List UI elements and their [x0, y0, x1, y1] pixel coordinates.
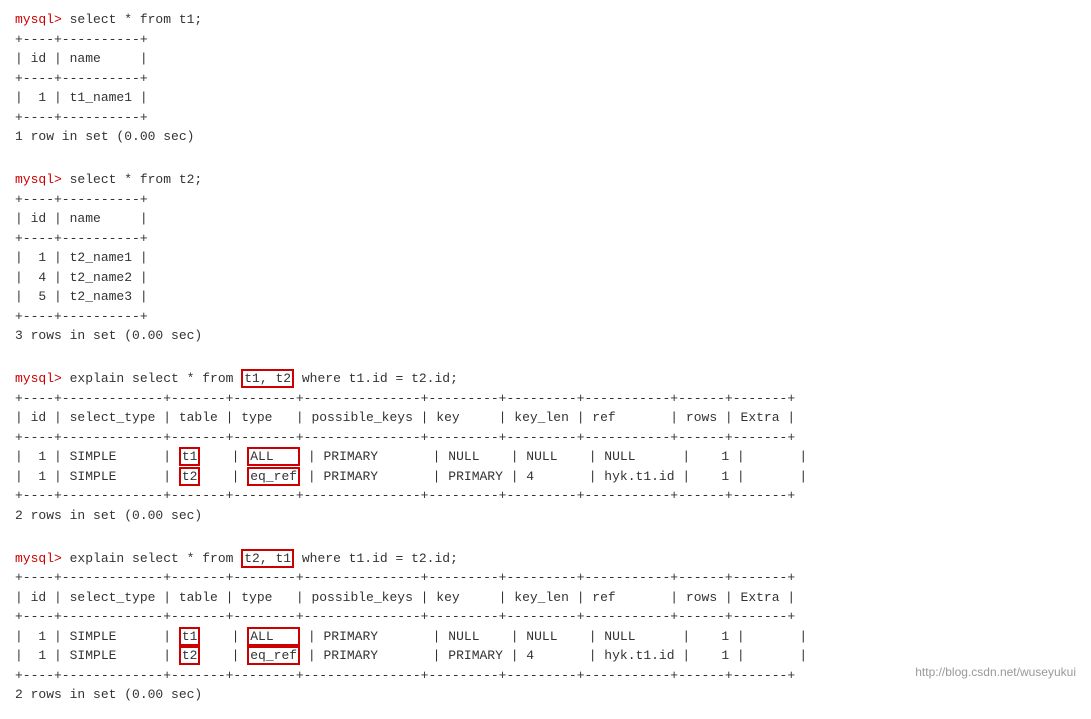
explain1-prompt: mysql> [15, 371, 62, 386]
t2-header: | id | name | [15, 209, 1076, 229]
explain1-border1: +----+-------------+-------+--------+---… [15, 389, 1076, 409]
explain2-t1-highlight: t1 [179, 627, 201, 646]
blank3 [15, 529, 1076, 549]
explain1-row2: | 1 | SIMPLE | t2 | eq_ref | PRIMARY | P… [15, 467, 1076, 487]
watermark: http://blog.csdn.net/wuseyukui [915, 665, 1076, 679]
t1-prompt-line: mysql> select * from t1; [15, 10, 1076, 30]
explain1-border3: +----+-------------+-------+--------+---… [15, 486, 1076, 506]
t1-border3: +----+----------+ [15, 108, 1076, 128]
explain2-prompt-line: mysql> explain select * from t2, t1 wher… [15, 549, 1076, 569]
t2-row2: | 4 | t2_name2 | [15, 268, 1076, 288]
t1-border2: +----+----------+ [15, 69, 1076, 89]
explain2-row1: | 1 | SIMPLE | t1 | ALL | PRIMARY | NULL… [15, 627, 1076, 647]
terminal-output: mysql> select * from t1; +----+---------… [15, 10, 1076, 705]
explain1-t1-highlight: t1 [179, 447, 201, 466]
t2-row3: | 5 | t2_name3 | [15, 287, 1076, 307]
explain2-border2: +----+-------------+-------+--------+---… [15, 607, 1076, 627]
explain1-t2-highlight: t2 [179, 467, 201, 486]
explain2-all-highlight: ALL [247, 627, 300, 646]
explain1-section: mysql> explain select * from t1, t2 wher… [15, 369, 1076, 525]
explain2-result: 2 rows in set (0.00 sec) [15, 685, 1076, 705]
t1-result: 1 row in set (0.00 sec) [15, 127, 1076, 147]
explain2-header: | id | select_type | table | type | poss… [15, 588, 1076, 608]
t1-sql: select * from t1; [62, 12, 202, 27]
explain1-all-highlight: ALL [247, 447, 300, 466]
explain2-section: mysql> explain select * from t2, t1 wher… [15, 549, 1076, 705]
explain2-sql: explain select * from t2, t1 where t1.id… [62, 549, 458, 568]
explain1-table-highlight: t1, t2 [241, 369, 294, 388]
t2-border3: +----+----------+ [15, 307, 1076, 327]
explain1-prompt-line: mysql> explain select * from t1, t2 wher… [15, 369, 1076, 389]
t1-border1: +----+----------+ [15, 30, 1076, 50]
t2-prompt: mysql> [15, 172, 62, 187]
explain2-row2: | 1 | SIMPLE | t2 | eq_ref | PRIMARY | P… [15, 646, 1076, 666]
t2-section: mysql> select * from t2; +----+---------… [15, 170, 1076, 346]
explain1-result: 2 rows in set (0.00 sec) [15, 506, 1076, 526]
t1-prompt: mysql> [15, 12, 62, 27]
blank1 [15, 151, 1076, 171]
t2-prompt-line: mysql> select * from t2; [15, 170, 1076, 190]
explain2-eqref-highlight: eq_ref [247, 646, 300, 665]
explain2-t2-highlight: t2 [179, 646, 201, 665]
explain2-border1: +----+-------------+-------+--------+---… [15, 568, 1076, 588]
explain1-eqref-highlight: eq_ref [247, 467, 300, 486]
t2-result: 3 rows in set (0.00 sec) [15, 326, 1076, 346]
t1-section: mysql> select * from t1; +----+---------… [15, 10, 1076, 147]
t2-border2: +----+----------+ [15, 229, 1076, 249]
explain2-table-highlight: t2, t1 [241, 549, 294, 568]
explain1-row1: | 1 | SIMPLE | t1 | ALL | PRIMARY | NULL… [15, 447, 1076, 467]
t1-row1: | 1 | t1_name1 | [15, 88, 1076, 108]
explain2-prompt: mysql> [15, 551, 62, 566]
explain1-header: | id | select_type | table | type | poss… [15, 408, 1076, 428]
t1-header: | id | name | [15, 49, 1076, 69]
t2-row1: | 1 | t2_name1 | [15, 248, 1076, 268]
t2-border1: +----+----------+ [15, 190, 1076, 210]
explain1-border2: +----+-------------+-------+--------+---… [15, 428, 1076, 448]
t2-sql: select * from t2; [62, 172, 202, 187]
blank2 [15, 350, 1076, 370]
explain1-sql: explain select * from t1, t2 where t1.id… [62, 369, 458, 388]
